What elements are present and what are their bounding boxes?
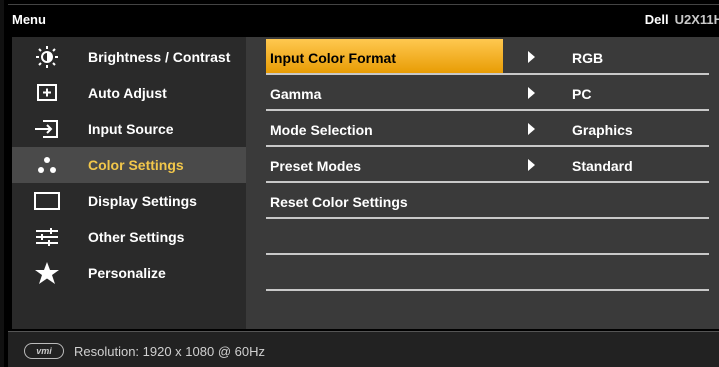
sidebar-item-label: Display Settings xyxy=(88,193,197,209)
submenu-item-label: Preset Modes xyxy=(270,158,362,174)
arrow-right-icon xyxy=(528,87,535,99)
arrow-right-icon xyxy=(528,159,535,171)
status-bar: vmi Resolution: 1920 x 1080 @ 60Hz xyxy=(8,331,719,367)
sidebar-item-label: Brightness / Contrast xyxy=(88,49,231,65)
sidebar-item-label: Color Settings xyxy=(88,157,184,173)
submenu-panel: Input Color Format RGB Gamma PC Mode Sel… xyxy=(246,37,719,329)
vmi-badge: vmi xyxy=(24,343,64,359)
arrow-right-icon xyxy=(528,123,535,135)
other-settings-icon xyxy=(32,225,62,249)
color-settings-icon xyxy=(32,153,62,177)
model-name: U2X11H xyxy=(674,12,719,27)
sidebar-item-display-settings[interactable]: Display Settings xyxy=(12,183,246,219)
arrow-right-icon xyxy=(528,51,535,63)
brightness-icon xyxy=(32,45,62,69)
submenu-item-gamma[interactable]: Gamma PC xyxy=(266,75,709,111)
display-settings-icon xyxy=(32,189,62,213)
sidebar-item-label: Input Source xyxy=(88,121,174,137)
sidebar-item-label: Other Settings xyxy=(88,229,185,245)
title-bar: Menu Dell U2X11H xyxy=(8,4,719,34)
sidebar: Brightness / Contrast Auto Adjust Input … xyxy=(12,37,246,329)
submenu-item-label: Mode Selection xyxy=(270,122,373,138)
resolution-status: Resolution: 1920 x 1080 @ 60Hz xyxy=(74,344,265,359)
submenu-item-input-color-format[interactable]: Input Color Format RGB xyxy=(266,39,709,75)
submenu-item-label: Gamma xyxy=(270,86,322,102)
menu-title: Menu xyxy=(12,12,46,27)
submenu-item-label: Reset Color Settings xyxy=(270,194,408,210)
sidebar-item-personalize[interactable]: Personalize xyxy=(12,255,246,291)
sidebar-item-brightness-contrast[interactable]: Brightness / Contrast xyxy=(12,39,246,75)
submenu-item-value: PC xyxy=(572,86,592,102)
submenu-item-value: RGB xyxy=(572,50,604,66)
sidebar-item-other-settings[interactable]: Other Settings xyxy=(12,219,246,255)
submenu-item-value: Graphics xyxy=(572,122,633,138)
submenu-item-reset-color-settings[interactable]: Reset Color Settings xyxy=(266,183,709,219)
sidebar-item-label: Personalize xyxy=(88,265,166,281)
input-source-icon xyxy=(32,117,62,141)
sidebar-item-color-settings[interactable]: Color Settings xyxy=(12,147,246,183)
submenu-item-mode-selection[interactable]: Mode Selection Graphics xyxy=(266,111,709,147)
submenu-item-preset-modes[interactable]: Preset Modes Standard xyxy=(266,147,709,183)
monitor-osd: Menu Dell U2X11H Brightness / Contrast A… xyxy=(0,0,719,367)
submenu-item-empty xyxy=(266,255,709,291)
submenu-item-value: Standard xyxy=(572,158,633,174)
submenu-item-empty xyxy=(266,219,709,255)
divider xyxy=(266,289,709,291)
star-icon xyxy=(32,261,62,285)
submenu-item-label: Input Color Format xyxy=(270,50,396,66)
sidebar-item-auto-adjust[interactable]: Auto Adjust xyxy=(12,75,246,111)
auto-adjust-icon xyxy=(32,81,62,105)
brand-label: Dell U2X11H xyxy=(645,12,719,27)
brand-name: Dell xyxy=(644,12,669,27)
sidebar-item-input-source[interactable]: Input Source xyxy=(12,111,246,147)
sidebar-item-label: Auto Adjust xyxy=(88,85,167,101)
